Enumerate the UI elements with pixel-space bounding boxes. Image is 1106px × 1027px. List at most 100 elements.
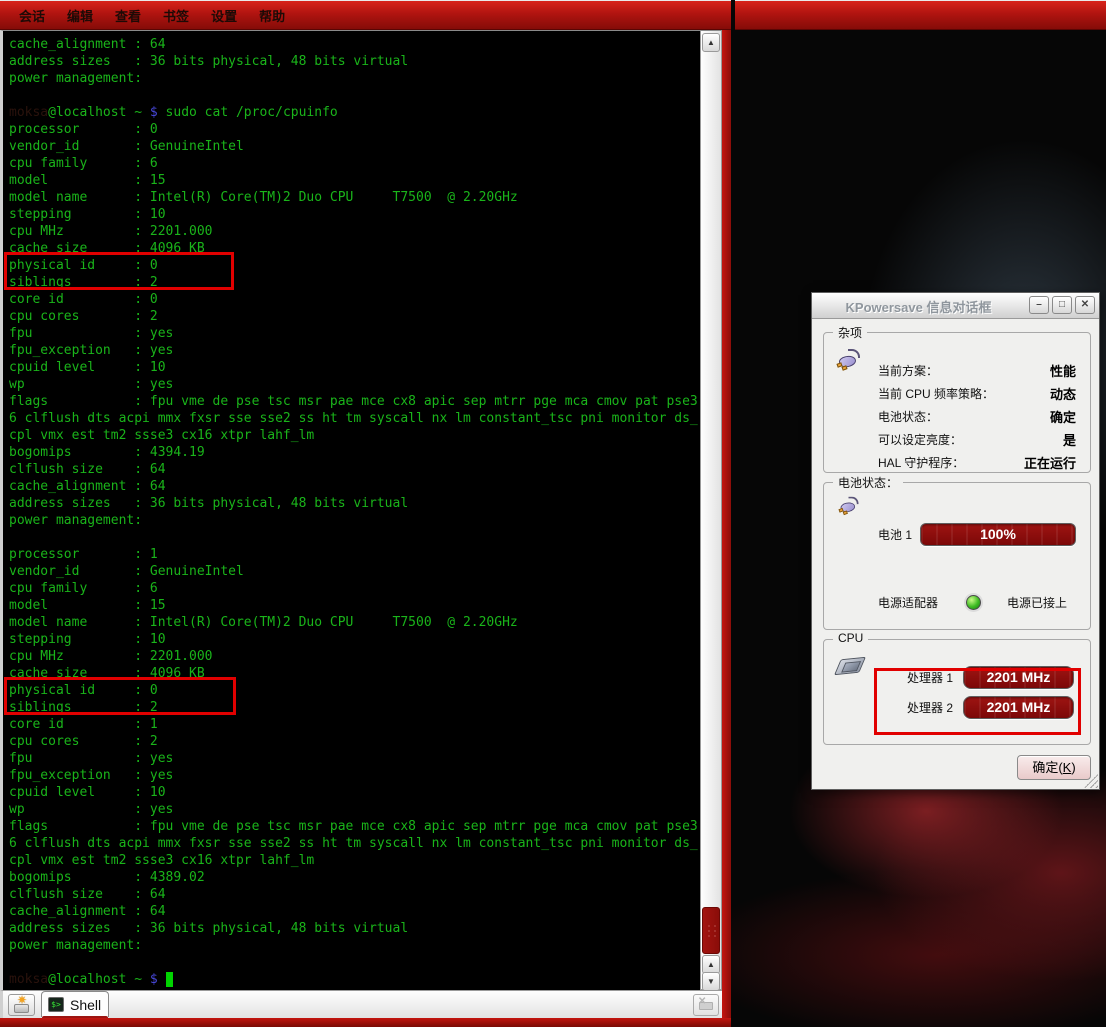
group-misc-label: 杂项 bbox=[833, 324, 867, 341]
annotation-box-cpu-frequency bbox=[874, 668, 1081, 735]
terminal-line: core id : 0 bbox=[9, 291, 698, 308]
terminal-line: cache_alignment : 64 bbox=[9, 36, 698, 53]
battery-label: 电池 1 bbox=[878, 526, 912, 543]
close-session-x-icon: ✕ bbox=[698, 996, 706, 1007]
scrollbar-up-icon[interactable]: ▲ bbox=[702, 33, 720, 52]
tab-shell[interactable]: $> Shell bbox=[41, 991, 109, 1017]
terminal-line: fpu : yes bbox=[9, 325, 698, 342]
terminal-line: wp : yes bbox=[9, 801, 698, 818]
info-row: 当前方案：性能 bbox=[878, 359, 1076, 382]
group-battery: 电池状态： 电池 1 100% 电源适配器 电源已接上 bbox=[823, 482, 1091, 630]
terminal-line: address sizes : 36 bits physical, 48 bit… bbox=[9, 495, 698, 512]
terminal-line: 6 clflush dts acpi mmx fxsr sse sse2 ss … bbox=[9, 410, 698, 427]
terminal-line: cpu MHz : 2201.000 bbox=[9, 648, 698, 665]
menu-bar: 会话编辑查看书签设置帮助 bbox=[0, 0, 731, 30]
terminal-scrollbar[interactable]: ▲ ▲ ▼ bbox=[700, 30, 722, 990]
menu-item[interactable]: 帮助 bbox=[248, 6, 296, 25]
adapter-led-icon bbox=[966, 595, 981, 610]
konsole-window: 会话编辑查看书签设置帮助 cache_alignment : 64address… bbox=[0, 0, 731, 1027]
terminal-line: clflush size : 64 bbox=[9, 886, 698, 903]
info-label: 可以设定亮度： bbox=[878, 431, 962, 448]
terminal-line bbox=[9, 954, 698, 971]
terminal-line: 6 clflush dts acpi mmx fxsr sse sse2 ss … bbox=[9, 835, 698, 852]
terminal-line: cpu cores : 2 bbox=[9, 308, 698, 325]
info-label: 电池状态： bbox=[878, 408, 938, 425]
terminal-line bbox=[9, 87, 698, 104]
scrollbar-thumb[interactable] bbox=[702, 907, 720, 954]
terminal-line: cpu family : 6 bbox=[9, 155, 698, 172]
terminal-line: cpuid level : 10 bbox=[9, 359, 698, 376]
terminal-view[interactable]: cache_alignment : 64address sizes : 36 b… bbox=[0, 30, 700, 990]
terminal-line: wp : yes bbox=[9, 376, 698, 393]
menu-item[interactable]: 查看 bbox=[104, 6, 152, 25]
info-label: 当前方案： bbox=[878, 362, 938, 379]
terminal-line: model : 15 bbox=[9, 172, 698, 189]
tab-shell-label: Shell bbox=[70, 997, 101, 1013]
battery-plug-icon bbox=[839, 497, 861, 516]
group-misc: 杂项 当前方案：性能当前 CPU 频率策略：动态电池状态：确定可以设定亮度：是H… bbox=[823, 332, 1091, 473]
terminal-line: cpuid level : 10 bbox=[9, 784, 698, 801]
resize-grip[interactable] bbox=[1084, 774, 1098, 788]
terminal-line: flags : fpu vme de pse tsc msr pae mce c… bbox=[9, 818, 698, 835]
terminal-line: stepping : 10 bbox=[9, 631, 698, 648]
terminal-line: model name : Intel(R) Core(TM)2 Duo CPU … bbox=[9, 614, 698, 631]
dialog-title: KPowersave 信息对话框 bbox=[812, 297, 1025, 316]
info-value: 动态 bbox=[1050, 384, 1076, 403]
terminal-line: cache_alignment : 64 bbox=[9, 478, 698, 495]
scrollbar-down-icon[interactable]: ▼ bbox=[702, 972, 720, 991]
terminal-line: cpu MHz : 2201.000 bbox=[9, 223, 698, 240]
terminal-line: flags : fpu vme de pse tsc msr pae mce c… bbox=[9, 393, 698, 410]
terminal-line: processor : 1 bbox=[9, 546, 698, 563]
menu-item[interactable]: 书签 bbox=[152, 6, 200, 25]
terminal-line: power management: bbox=[9, 70, 698, 87]
terminal-line: bogomips : 4389.02 bbox=[9, 869, 698, 886]
terminal-line: fpu : yes bbox=[9, 750, 698, 767]
adapter-status: 电源已接上 bbox=[1007, 594, 1067, 611]
menu-item[interactable]: 会话 bbox=[8, 6, 56, 25]
terminal-line: cpl vmx est tm2 ssse3 cx16 xtpr lahf_lm bbox=[9, 427, 698, 444]
window-buttons: – □ ✕ bbox=[1029, 296, 1095, 314]
close-session-button[interactable]: ✕ bbox=[693, 994, 719, 1016]
terminal-line: stepping : 10 bbox=[9, 206, 698, 223]
info-value: 正在运行 bbox=[1024, 453, 1076, 472]
screen: 会话编辑查看书签设置帮助 cache_alignment : 64address… bbox=[0, 0, 1106, 1027]
terminal-line: vendor_id : GenuineIntel bbox=[9, 563, 698, 580]
terminal-line: cache_alignment : 64 bbox=[9, 903, 698, 920]
minimize-button[interactable]: – bbox=[1029, 296, 1049, 314]
ok-button[interactable]: 确定(K) bbox=[1017, 755, 1091, 780]
terminal-line: model name : Intel(R) Core(TM)2 Duo CPU … bbox=[9, 189, 698, 206]
terminal-line: power management: bbox=[9, 937, 698, 954]
shell-terminal-icon: $> bbox=[48, 997, 64, 1012]
info-row: 电池状态：确定 bbox=[878, 405, 1076, 428]
battery-level-bar: 100% bbox=[920, 523, 1076, 546]
terminal-output: cache_alignment : 64address sizes : 36 b… bbox=[9, 36, 698, 988]
window-border-right bbox=[722, 30, 731, 1027]
terminal-line: bogomips : 4394.19 bbox=[9, 444, 698, 461]
info-label: 当前 CPU 频率策略： bbox=[878, 385, 994, 402]
terminal-line: moksa@localhost ~ $ bbox=[9, 971, 698, 988]
adapter-label: 电源适配器 bbox=[878, 594, 938, 611]
terminal-line: vendor_id : GenuineIntel bbox=[9, 138, 698, 155]
dialog-titlebar[interactable]: KPowersave 信息对话框 – □ ✕ bbox=[812, 293, 1099, 319]
session-tray-icon bbox=[14, 1004, 29, 1013]
terminal-line: cpu family : 6 bbox=[9, 580, 698, 597]
close-button[interactable]: ✕ bbox=[1075, 296, 1095, 314]
info-row: 当前 CPU 频率策略： 动态 bbox=[878, 382, 1076, 405]
group-cpu-label: CPU bbox=[833, 631, 868, 645]
annotation-box-cpu1-mhz-cache bbox=[4, 677, 236, 715]
maximize-button[interactable]: □ bbox=[1052, 296, 1072, 314]
terminal-line: processor : 0 bbox=[9, 121, 698, 138]
new-session-button[interactable]: ✷ bbox=[8, 994, 35, 1016]
terminal-line: model : 15 bbox=[9, 597, 698, 614]
terminal-line bbox=[9, 529, 698, 546]
terminal-line: address sizes : 36 bits physical, 48 bit… bbox=[9, 920, 698, 937]
info-value: 是 bbox=[1063, 430, 1076, 449]
terminal-line: core id : 1 bbox=[9, 716, 698, 733]
adapter-row: 电源适配器 电源已接上 bbox=[878, 591, 1076, 613]
menu-item[interactable]: 编辑 bbox=[56, 6, 104, 25]
kpowersave-dialog: KPowersave 信息对话框 – □ ✕ 杂项 当前方案：性能当前 CPU … bbox=[811, 292, 1100, 790]
info-row: HAL 守护程序：正在运行 bbox=[878, 451, 1076, 474]
window-border-bottom bbox=[0, 1018, 731, 1027]
menu-item[interactable]: 设置 bbox=[200, 6, 248, 25]
terminal-line: fpu_exception : yes bbox=[9, 342, 698, 359]
